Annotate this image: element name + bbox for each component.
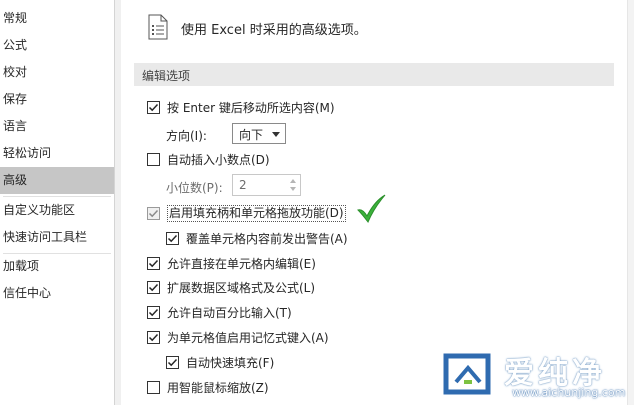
document-list-icon [148, 14, 168, 40]
autocomplete-checkbox[interactable] [147, 330, 160, 344]
places-stepper[interactable]: 2 [232, 174, 301, 196]
extend-formats-checkbox[interactable] [147, 280, 160, 294]
spin-down-icon[interactable] [290, 187, 296, 191]
intellimouse-zoom-checkbox[interactable] [147, 380, 160, 394]
intellimouse-zoom-option[interactable]: 用智能鼠标缩放(Z) [147, 377, 269, 397]
watermark-url: www.aichunjing.com [512, 386, 626, 399]
direction-dropdown[interactable]: 向下 [232, 123, 286, 144]
checkmark-icon [167, 234, 178, 242]
auto-decimal-option[interactable]: 自动插入小数点(D) [147, 149, 270, 169]
site-watermark: 爱纯净 www.aichunjing.com [438, 348, 628, 403]
flash-fill-label: 自动快速填充(F) [186, 355, 275, 370]
sidebar-item-formulas[interactable]: 公式 [0, 32, 114, 59]
autocomplete-option[interactable]: 为单元格值启用记忆式键入(A) [147, 327, 329, 347]
fill-handle-option[interactable]: 启用填充柄和单元格拖放功能(D) [147, 203, 346, 223]
alert-overwrite-checkbox[interactable] [166, 231, 179, 245]
advanced-options-panel: 使用 Excel 时采用的高级选项。 编辑选项 按 Enter 键后移动所选内容… [121, 0, 627, 405]
sidebar-item-general[interactable]: 常规 [0, 5, 114, 32]
places-label: 小位数(P): [166, 181, 223, 195]
edit-in-cell-label: 允许直接在单元格内编辑(E) [167, 256, 316, 271]
auto-percent-checkbox[interactable] [147, 305, 160, 319]
places-value: 2 [239, 178, 247, 192]
checkmark-icon [148, 308, 159, 316]
checkmark-icon [148, 209, 159, 217]
sidebar-item-accessibility[interactable]: 轻松访问 [0, 140, 114, 167]
auto-percent-label: 允许自动百分比输入(T) [167, 305, 292, 320]
flash-fill-option[interactable]: 自动快速填充(F) [166, 352, 274, 372]
fill-handle-checkbox[interactable] [147, 206, 160, 220]
move-after-enter-label: 按 Enter 键后移动所选内容(M) [167, 100, 335, 115]
alert-overwrite-label: 覆盖单元格内容前发出警告(A) [186, 231, 348, 246]
edit-in-cell-option[interactable]: 允许直接在单元格内编辑(E) [147, 253, 316, 273]
checkmark-icon [167, 358, 178, 366]
autocomplete-label: 为单元格值启用记忆式键入(A) [167, 330, 329, 345]
sidebar-item-trust-center[interactable]: 信任中心 [0, 280, 114, 307]
auto-decimal-label: 自动插入小数点(D) [167, 152, 270, 167]
auto-decimal-checkbox[interactable] [147, 152, 160, 166]
checkmark-icon [148, 333, 159, 341]
fill-handle-label: 启用填充柄和单元格拖放功能(D) [167, 204, 346, 222]
sidebar-item-proofing[interactable]: 校对 [0, 59, 114, 86]
vertical-scrollbar[interactable] [627, 0, 634, 405]
direction-value: 向下 [239, 128, 264, 142]
checkmark-icon [148, 259, 159, 267]
watermark-logo-icon [443, 353, 491, 395]
sidebar-item-language[interactable]: 语言 [0, 113, 114, 140]
extend-formats-label: 扩展数据区域格式及公式(L) [167, 280, 316, 295]
move-after-enter-checkbox[interactable] [147, 100, 160, 114]
sidebar-item-customize-ribbon[interactable]: 自定义功能区 [0, 197, 114, 224]
checkmark-icon [148, 103, 159, 111]
options-sidebar: 常规 公式 校对 保存 语言 轻松访问 高级 自定义功能区 快速访问工具栏 加载… [0, 0, 115, 405]
intellimouse-zoom-label: 用智能鼠标缩放(Z) [167, 380, 269, 395]
sidebar-item-save[interactable]: 保存 [0, 86, 114, 113]
sidebar-item-quick-access-toolbar[interactable]: 快速访问工具栏 [0, 224, 114, 251]
flash-fill-checkbox[interactable] [166, 355, 179, 369]
page-description: 使用 Excel 时采用的高级选项。 [181, 23, 367, 38]
edit-in-cell-checkbox[interactable] [147, 256, 160, 270]
auto-percent-option[interactable]: 允许自动百分比输入(T) [147, 302, 292, 322]
section-title: 编辑选项 [142, 69, 191, 83]
green-checkmark-icon [357, 194, 386, 223]
checkmark-icon [148, 283, 159, 291]
move-after-enter-option[interactable]: 按 Enter 键后移动所选内容(M) [147, 97, 335, 117]
sidebar-item-add-ins[interactable]: 加载项 [0, 253, 114, 280]
direction-label: 方向(I): [166, 129, 207, 143]
section-header: 编辑选项 [134, 63, 614, 86]
alert-overwrite-option[interactable]: 覆盖单元格内容前发出警告(A) [166, 228, 348, 248]
spin-up-icon[interactable] [290, 179, 296, 183]
extend-formats-option[interactable]: 扩展数据区域格式及公式(L) [147, 277, 315, 297]
chevron-down-icon [272, 132, 280, 137]
sidebar-item-advanced[interactable]: 高级 [0, 167, 114, 194]
